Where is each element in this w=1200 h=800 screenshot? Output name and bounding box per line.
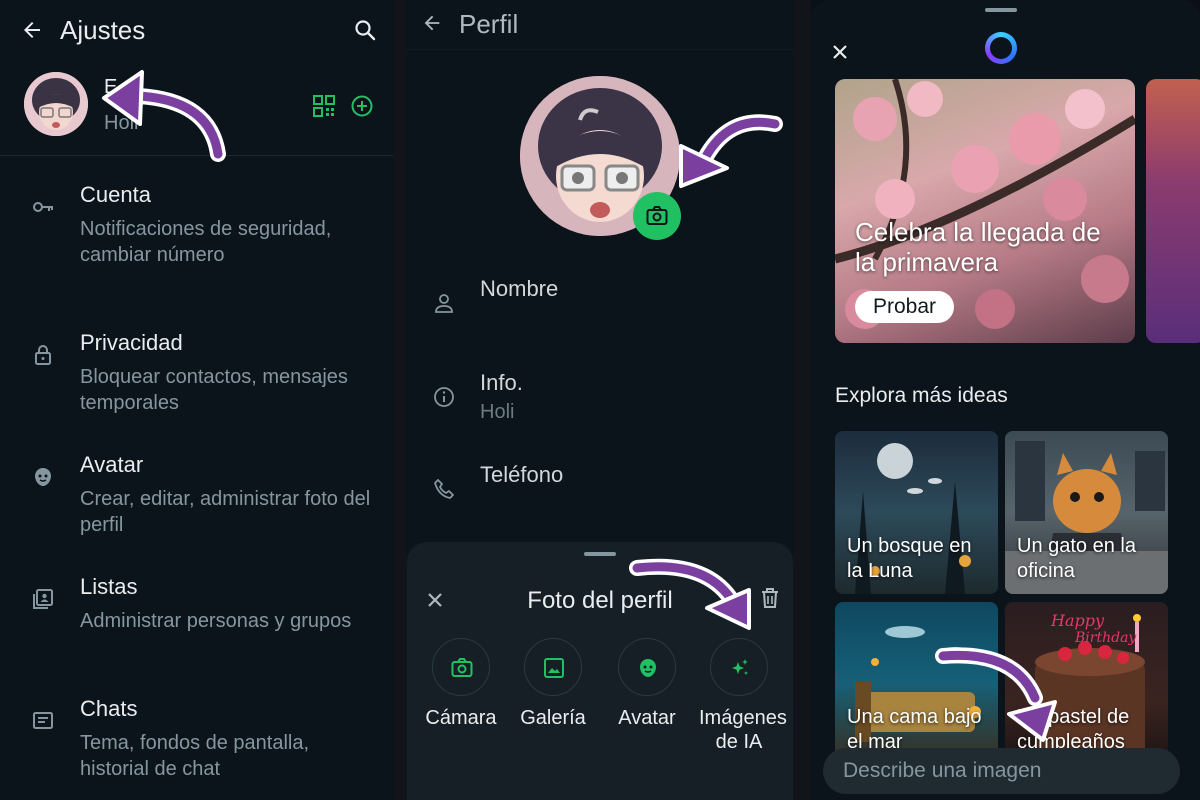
option-label: Galería (520, 707, 586, 729)
search-icon[interactable] (353, 18, 377, 42)
profile-name: E (104, 76, 118, 98)
divider (393, 0, 407, 800)
avatar-icon (640, 659, 656, 677)
next-card[interactable] (1146, 79, 1200, 343)
settings-item-title: Avatar (80, 452, 144, 477)
profile-row[interactable]: E Holi (0, 62, 393, 156)
option-gallery[interactable]: Galería (513, 638, 593, 730)
settings-header: Ajustes (0, 0, 393, 62)
section-title: Explora más ideas (835, 384, 1008, 407)
idea-text: Un bosque en la Luna (847, 535, 972, 582)
camera-icon (451, 658, 473, 677)
about-value: Holi (480, 401, 515, 423)
profile-panel: Perfil Nombre Info. Holi Teléfono Foto d… (407, 0, 793, 800)
phone-icon (434, 479, 454, 499)
page-title: Perfil (459, 9, 519, 39)
settings-item-subtitle: Crear, editar, administrar foto del perf… (80, 488, 371, 536)
avatar-icon (35, 468, 51, 486)
option-ai-images[interactable]: Imágenes de IA (699, 638, 787, 754)
change-photo-button[interactable] (633, 192, 681, 240)
page-title: Ajustes (60, 15, 146, 45)
option-camera[interactable]: Cámara (421, 638, 501, 730)
option-circle[interactable] (710, 638, 768, 696)
settings-item-title: Privacidad (80, 330, 183, 355)
avatar[interactable] (24, 72, 88, 136)
settings-panel: Ajustes E Holi Cuenta Notificaciones de … (0, 0, 393, 800)
idea-card[interactable]: Una cama bajo el mar (835, 602, 998, 765)
profile-status: Holi (104, 112, 139, 134)
hero-card[interactable]: Celebra la llegada de la primavera Proba… (835, 79, 1135, 343)
profile-photo-sheet: Foto del perfil Cámara Galería Avatar Im… (407, 542, 793, 800)
option-label: Avatar (618, 707, 676, 729)
svg-text:Happy: Happy (1050, 611, 1105, 630)
option-label: Cámara (425, 707, 497, 729)
divider (793, 0, 811, 800)
camera-icon (646, 206, 668, 225)
idea-card[interactable]: Un gato en la oficina (1005, 431, 1168, 594)
about-label: Info. (480, 370, 523, 395)
hero-text: Celebra la llegada de la primavera (855, 217, 1101, 277)
settings-item-subtitle: Notificaciones de seguridad, cambiar núm… (80, 218, 332, 266)
meta-ai-logo-icon (985, 32, 1017, 64)
idea-card[interactable]: Happy Birthday Un pastel de cumpleaños (1005, 602, 1168, 765)
settings-item-title: Chats (80, 696, 138, 721)
profile-header: Perfil (407, 0, 793, 50)
close-icon[interactable] (831, 43, 849, 61)
prompt-placeholder: Describe una imagen (843, 759, 1042, 782)
drag-handle[interactable] (985, 8, 1017, 12)
phone-label: Teléfono (480, 462, 564, 487)
person-icon (435, 294, 453, 313)
settings-item-title: Listas (80, 574, 138, 599)
option-avatar[interactable]: Avatar (607, 638, 687, 730)
gallery-icon (544, 658, 564, 678)
trash-icon[interactable] (759, 587, 781, 609)
add-circle-icon[interactable] (351, 95, 373, 117)
settings-item-subtitle: Bloquear contactos, mensajes temporales (80, 366, 348, 414)
idea-text: Un gato en la oficina (1017, 535, 1136, 582)
sheet-title: Foto del perfil (527, 587, 673, 614)
chat-icon (33, 712, 53, 729)
key-icon (33, 202, 53, 212)
settings-item-subtitle: Tema, fondos de pantalla, historial de c… (80, 732, 310, 780)
option-circle[interactable] (432, 638, 490, 696)
try-button[interactable]: Probar (855, 291, 955, 323)
settings-item-title: Cuenta (80, 182, 151, 207)
prompt-input[interactable]: Describe una imagen (823, 748, 1180, 794)
qr-code-icon[interactable] (313, 95, 335, 117)
option-circle[interactable] (524, 638, 582, 696)
option-label: Imágenes de IA (699, 707, 787, 753)
info-icon (434, 387, 454, 407)
drag-handle[interactable] (584, 552, 616, 556)
lists-icon (33, 589, 53, 609)
name-label: Nombre (480, 276, 559, 301)
back-arrow-icon[interactable] (20, 18, 44, 42)
settings-item-subtitle: Administrar personas y grupos (80, 610, 352, 632)
back-arrow-icon[interactable] (421, 12, 443, 34)
option-circle[interactable] (618, 638, 676, 696)
svg-text:Birthday: Birthday (1074, 630, 1137, 646)
ai-images-panel: Celebra la llegada de la primavera Proba… (811, 0, 1200, 800)
lock-icon (35, 345, 51, 365)
idea-card[interactable]: Un bosque en la Luna (835, 431, 998, 594)
sparkle-icon (732, 659, 748, 675)
